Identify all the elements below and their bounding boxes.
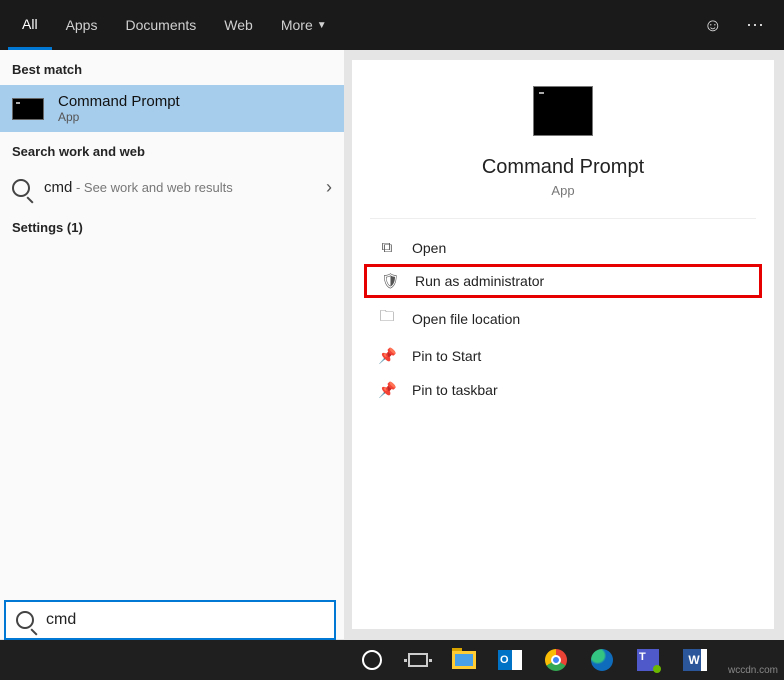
search-work-web-label: Search work and web	[0, 132, 344, 167]
action-pinstart-label: Pin to Start	[412, 348, 481, 364]
task-view-icon	[408, 653, 428, 667]
action-pin-start[interactable]: 📌 Pin to Start	[352, 339, 774, 373]
web-result-row[interactable]: cmd - See work and web results ›	[0, 167, 344, 208]
action-run-as-admin[interactable]: 🛡 Run as administrator	[364, 264, 762, 298]
pin-start-icon: 📌	[378, 347, 396, 365]
outlook-icon: O	[498, 650, 522, 670]
preview-title: Command Prompt	[370, 156, 756, 179]
chevron-right-icon: ›	[326, 177, 332, 198]
actions-list: ⧉ Open 🛡 Run as administrator 🗀 Open fil…	[352, 219, 774, 419]
main-area: Best match Command Prompt App Search wor…	[0, 50, 784, 639]
search-box-icon	[16, 611, 34, 629]
watermark: wccdn.com	[728, 665, 778, 676]
task-view-button[interactable]	[398, 640, 438, 680]
preview-header: Command Prompt App	[370, 60, 756, 219]
folder-icon: 🗀	[378, 306, 396, 331]
search-icon	[12, 179, 30, 197]
teams-button[interactable]	[628, 640, 668, 680]
file-explorer-button[interactable]	[444, 640, 484, 680]
open-icon: ⧉	[378, 239, 396, 256]
result-subtitle: App	[58, 110, 180, 124]
cmd-icon	[12, 98, 44, 120]
feedback-icon[interactable]: ☺	[692, 15, 734, 36]
word-button[interactable]: W	[674, 640, 714, 680]
admin-icon: 🛡	[381, 272, 399, 290]
search-tabs: All Apps Documents Web More▼ ☺ ⋯	[0, 0, 784, 50]
action-pintaskbar-label: Pin to taskbar	[412, 382, 498, 398]
preview-pane: Command Prompt App ⧉ Open 🛡 Run as admin…	[352, 60, 774, 629]
tab-apps[interactable]: Apps	[52, 0, 112, 50]
word-icon: W	[683, 649, 705, 671]
tab-documents[interactable]: Documents	[111, 0, 210, 50]
action-open-label: Open	[412, 240, 446, 256]
preview-subtitle: App	[370, 183, 756, 198]
edge-icon	[591, 649, 613, 671]
best-match-result[interactable]: Command Prompt App	[0, 85, 344, 132]
tab-web[interactable]: Web	[210, 0, 267, 50]
cortana-icon	[362, 650, 382, 670]
tab-more[interactable]: More▼	[267, 0, 341, 50]
pin-taskbar-icon: 📌	[378, 381, 396, 399]
outlook-button[interactable]: O	[490, 640, 530, 680]
taskbar: O W	[0, 640, 784, 680]
search-box[interactable]	[4, 600, 336, 640]
action-pin-taskbar[interactable]: 📌 Pin to taskbar	[352, 373, 774, 407]
more-options-icon[interactable]: ⋯	[734, 15, 776, 36]
cmd-large-icon	[533, 86, 593, 136]
web-hint: - See work and web results	[72, 180, 232, 195]
action-open-location[interactable]: 🗀 Open file location	[352, 298, 774, 339]
tab-all[interactable]: All	[8, 0, 52, 50]
cortana-button[interactable]	[352, 640, 392, 680]
results-pane: Best match Command Prompt App Search wor…	[0, 50, 344, 639]
chrome-button[interactable]	[536, 640, 576, 680]
settings-label[interactable]: Settings (1)	[0, 208, 344, 243]
search-input[interactable]	[46, 611, 324, 629]
chrome-icon	[545, 649, 567, 671]
folder-taskbar-icon	[452, 651, 476, 669]
teams-icon	[637, 649, 659, 671]
action-open[interactable]: ⧉ Open	[352, 231, 774, 264]
edge-button[interactable]	[582, 640, 622, 680]
action-openloc-label: Open file location	[412, 311, 520, 327]
result-title: Command Prompt	[58, 93, 180, 110]
action-runadmin-label: Run as administrator	[415, 273, 544, 289]
web-query: cmd	[44, 179, 72, 196]
best-match-label: Best match	[0, 50, 344, 85]
